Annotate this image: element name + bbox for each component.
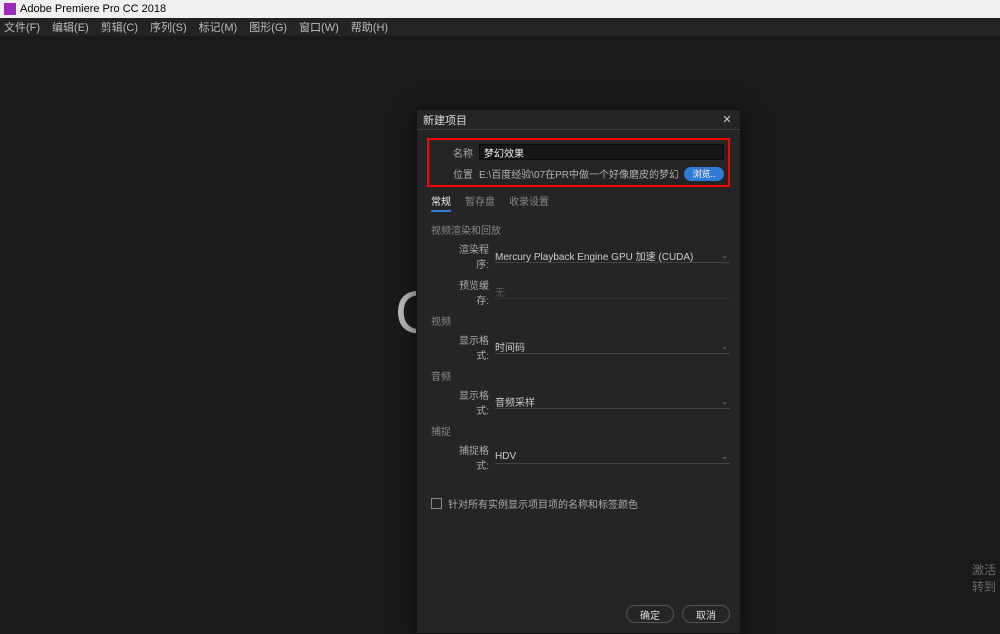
- menu-graphics[interactable]: 图形(G): [249, 19, 287, 35]
- dialog-titlebar[interactable]: 新建项目 ✕: [417, 110, 740, 130]
- annotation-highlight: 名称 位置 E:\百度经验\07在PR中做一个好像磨皮的梦幻视频效果 ▾ 浏览.…: [427, 138, 730, 187]
- video-group-title: 视频: [431, 313, 730, 328]
- video-display-value: 时间码: [495, 339, 525, 354]
- name-label: 名称: [433, 145, 479, 160]
- app-icon: [4, 3, 16, 15]
- location-field[interactable]: E:\百度经验\07在PR中做一个好像磨皮的梦幻视频效果 ▾: [479, 166, 678, 181]
- window-titlebar: Adobe Premiere Pro CC 2018: [0, 0, 1000, 18]
- app-title: Adobe Premiere Pro CC 2018: [20, 3, 166, 15]
- preview-cache-value: 无: [495, 284, 505, 299]
- ok-button[interactable]: 确定: [626, 605, 674, 623]
- chevron-down-icon: ⌄: [721, 251, 728, 260]
- audio-display-select[interactable]: 音频采样 ⌄: [495, 395, 730, 409]
- new-project-dialog: 新建项目 ✕ 名称 位置 E:\百度经验\07在PR中做一个好像磨皮的梦幻视频效…: [416, 109, 741, 634]
- capture-select[interactable]: HDV ⌄: [495, 450, 730, 464]
- video-display-select[interactable]: 时间码 ⌄: [495, 340, 730, 354]
- audio-display-value: 音频采样: [495, 394, 535, 409]
- dialog-title: 新建项目: [423, 112, 467, 128]
- tab-general[interactable]: 常规: [431, 193, 451, 212]
- checkbox-label: 针对所有实例显示项目项的名称和标签颜色: [448, 496, 638, 511]
- capture-value: HDV: [495, 451, 516, 462]
- renderer-select[interactable]: Mercury Playback Engine GPU 加速 (CUDA) ⌄: [495, 249, 730, 263]
- tab-scratch[interactable]: 暂存盘: [465, 193, 495, 212]
- location-value: E:\百度经验\07在PR中做一个好像磨皮的梦幻视频效果: [479, 166, 678, 181]
- preview-cache-label: 预览缓存:: [449, 277, 495, 307]
- dialog-footer: 确定 取消: [417, 597, 740, 633]
- project-name-input[interactable]: [479, 144, 724, 160]
- chevron-down-icon: ⌄: [721, 342, 728, 351]
- video-display-label: 显示格式:: [449, 332, 495, 362]
- renderer-label: 渲染程序:: [449, 241, 495, 271]
- capture-label: 捕捉格式:: [449, 442, 495, 472]
- cancel-button[interactable]: 取消: [682, 605, 730, 623]
- menu-clip[interactable]: 剪辑(C): [101, 19, 138, 35]
- render-group-title: 视频渲染和回放: [431, 222, 730, 237]
- close-icon[interactable]: ✕: [720, 113, 734, 127]
- menubar: 文件(F) 编辑(E) 剪辑(C) 序列(S) 标记(M) 图形(G) 窗口(W…: [0, 18, 1000, 36]
- browse-button[interactable]: 浏览..: [684, 167, 724, 181]
- tab-row: 常规 暂存盘 收录设置: [427, 193, 730, 212]
- menu-sequence[interactable]: 序列(S): [150, 19, 187, 35]
- chevron-down-icon: ⌄: [721, 452, 728, 461]
- chevron-down-icon: ⌄: [721, 397, 728, 406]
- menu-window[interactable]: 窗口(W): [299, 19, 339, 35]
- audio-display-label: 显示格式:: [449, 387, 495, 417]
- preview-cache-select: 无: [495, 285, 730, 299]
- location-label: 位置: [433, 166, 479, 181]
- renderer-value: Mercury Playback Engine GPU 加速 (CUDA): [495, 248, 693, 263]
- menu-file[interactable]: 文件(F): [4, 19, 40, 35]
- menu-help[interactable]: 帮助(H): [351, 19, 388, 35]
- capture-group-title: 捕捉: [431, 423, 730, 438]
- display-names-checkbox[interactable]: [431, 498, 442, 509]
- menu-markers[interactable]: 标记(M): [199, 19, 238, 35]
- menu-edit[interactable]: 编辑(E): [52, 19, 89, 35]
- tab-ingest[interactable]: 收录设置: [509, 193, 549, 212]
- audio-group-title: 音频: [431, 368, 730, 383]
